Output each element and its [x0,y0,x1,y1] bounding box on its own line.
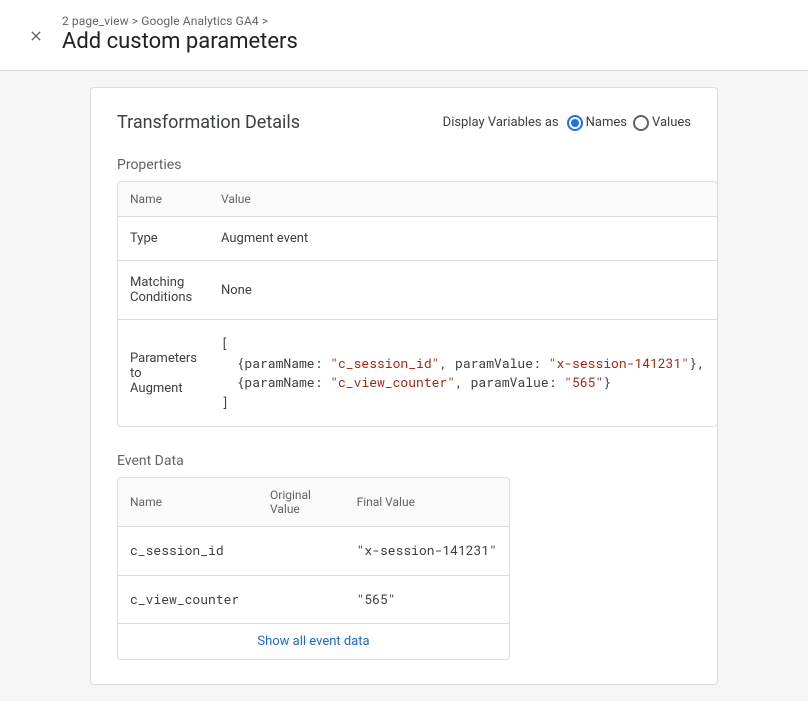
event-data-header-name: Name [118,478,258,527]
properties-table: Name Value Type Augment event Matching C… [117,181,718,427]
table-row: Parameters to Augment [ {paramName: "c_s… [118,320,717,426]
radio-unchecked-icon [633,115,649,131]
close-icon [28,28,44,44]
property-name: Type [118,217,209,261]
properties-header-name: Name [118,182,209,217]
event-final: "565" [345,576,509,625]
breadcrumb: 2 page_view > Google Analytics GA4 > [62,14,788,28]
show-all-event-data-link[interactable]: Show all event data [257,634,369,649]
table-row: c_view_counter "565" [118,576,509,625]
close-button[interactable] [24,24,48,48]
table-row: Matching Conditions None [118,261,717,320]
event-data-table: Name Original Value Final Value c_sessio… [117,477,510,660]
table-row: Show all event data [118,624,509,659]
transformation-details-card: Transformation Details Display Variables… [90,87,718,685]
properties-section-label: Properties [117,157,691,173]
radio-values-label: Values [652,115,691,130]
radio-names-label: Names [586,115,627,130]
display-variables-toggle: Display Variables as Names Values [443,115,691,131]
event-original [258,527,345,576]
header-text: 2 page_view > Google Analytics GA4 > Add… [62,14,788,54]
property-name: Parameters to Augment [118,320,209,426]
table-row: Type Augment event [118,217,717,261]
event-data-section-label: Event Data [117,453,691,469]
event-data-header-final: Final Value [345,478,509,527]
property-name: Matching Conditions [118,261,209,320]
radio-values[interactable]: Values [633,115,691,131]
dialog-header: 2 page_view > Google Analytics GA4 > Add… [0,0,808,71]
event-name: c_view_counter [118,576,258,625]
property-value: Augment event [209,217,717,261]
property-value-code: [ {paramName: "c_session_id", paramValue… [209,320,717,426]
page-title: Add custom parameters [62,29,788,54]
show-all-cell: Show all event data [118,624,509,659]
event-original [258,576,345,625]
table-row: c_session_id "x-session-141231" [118,527,509,576]
event-name: c_session_id [118,527,258,576]
event-data-header-original: Original Value [258,478,345,527]
card-head: Transformation Details Display Variables… [117,112,691,133]
properties-header-value: Value [209,182,717,217]
property-value: None [209,261,717,320]
radio-checked-icon [567,115,583,131]
radio-names[interactable]: Names [567,115,627,131]
event-final: "x-session-141231" [345,527,509,576]
card-title: Transformation Details [117,112,300,133]
page-body: Transformation Details Display Variables… [0,71,808,701]
display-variables-label: Display Variables as [443,115,559,130]
